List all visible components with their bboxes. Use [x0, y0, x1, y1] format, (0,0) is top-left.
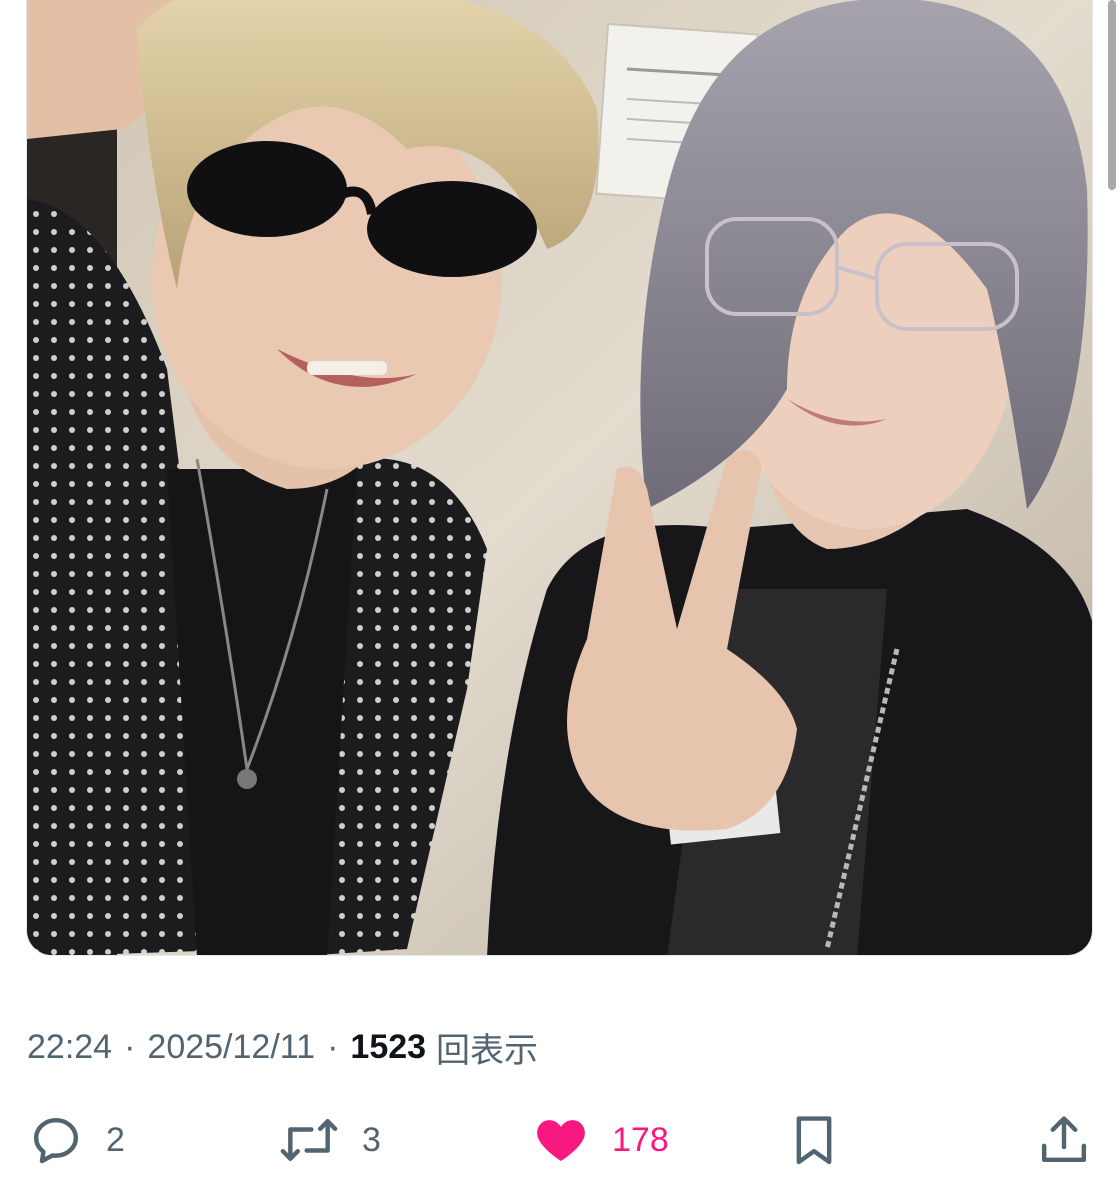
- scrollbar[interactable]: [1108, 0, 1116, 190]
- share-icon: [1041, 1116, 1087, 1163]
- photo-image: [27, 0, 1092, 955]
- bookmark-icon: [796, 1116, 832, 1165]
- retweet-button[interactable]: 3: [278, 1105, 381, 1175]
- action-bar: 2 3 178: [0, 1105, 1119, 1175]
- heart-icon: [537, 1120, 585, 1161]
- bookmark-button[interactable]: [786, 1105, 842, 1175]
- meta-separator: ·: [327, 1027, 339, 1066]
- reply-button[interactable]: 2: [28, 1105, 125, 1175]
- views-label[interactable]: 回表示: [436, 1023, 538, 1072]
- like-count: 178: [612, 1120, 669, 1159]
- meta-separator: ·: [124, 1027, 136, 1066]
- tweet-photo[interactable]: [26, 0, 1093, 956]
- retweet-icon: [280, 1119, 338, 1161]
- reply-count: 2: [106, 1120, 125, 1159]
- tweet-detail: 22:24 · 2025/12/11 · 1523 回表示 2 3 178: [0, 0, 1119, 1200]
- retweet-count: 3: [362, 1120, 381, 1159]
- tweet-meta: 22:24 · 2025/12/11 · 1523 回表示: [27, 1022, 538, 1072]
- tweet-date: 2025/12/11: [147, 1027, 316, 1066]
- like-button[interactable]: 178: [532, 1105, 669, 1175]
- share-button[interactable]: [1036, 1105, 1092, 1175]
- views-count[interactable]: 1523: [350, 1028, 426, 1067]
- tweet-time: 22:24: [27, 1027, 113, 1066]
- reply-icon: [33, 1117, 79, 1164]
